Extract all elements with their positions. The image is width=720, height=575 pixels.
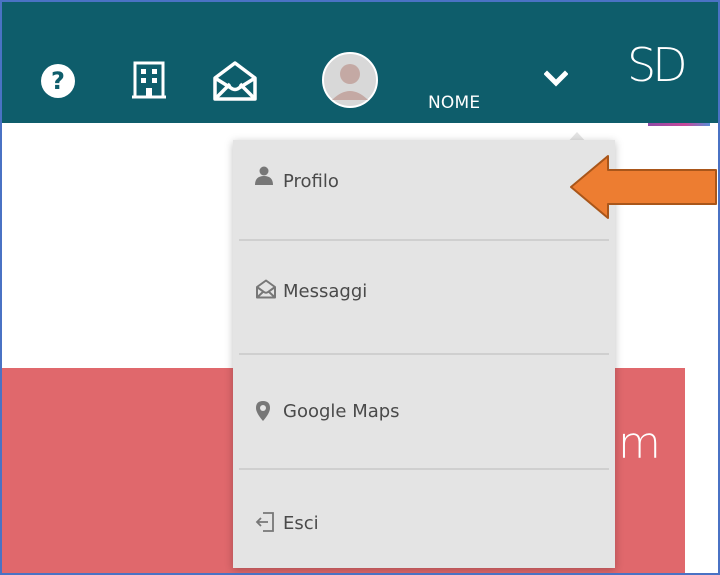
building-icon[interactable] bbox=[132, 61, 166, 99]
menu-item-label: Profilo bbox=[283, 171, 339, 192]
screenshot-frame: ? NOME SD m Profilo Messaggi Google Maps… bbox=[0, 0, 720, 575]
menu-divider bbox=[239, 353, 609, 355]
avatar[interactable] bbox=[322, 52, 378, 108]
mail-icon[interactable] bbox=[211, 60, 259, 102]
menu-item-google-maps[interactable]: Google Maps bbox=[233, 362, 615, 468]
panel-partial-text: m bbox=[618, 418, 661, 469]
menu-item-label: Google Maps bbox=[283, 401, 400, 422]
chevron-down-icon[interactable] bbox=[544, 70, 568, 88]
logout-icon bbox=[255, 512, 274, 532]
menu-divider bbox=[239, 468, 609, 470]
menu-item-esci[interactable]: Esci bbox=[233, 476, 615, 573]
help-icon[interactable]: ? bbox=[40, 63, 76, 99]
logo-underline bbox=[648, 123, 710, 126]
user-name[interactable]: NOME bbox=[428, 93, 480, 113]
logo-text: SD bbox=[627, 38, 688, 92]
svg-text:?: ? bbox=[51, 67, 65, 95]
menu-item-profilo[interactable]: Profilo bbox=[233, 140, 615, 246]
user-icon bbox=[255, 166, 273, 185]
annotation-arrow bbox=[570, 155, 717, 219]
mail-open-icon bbox=[256, 279, 276, 299]
menu-item-messaggi[interactable]: Messaggi bbox=[233, 248, 615, 354]
user-dropdown-menu: Profilo Messaggi Google Maps Esci bbox=[233, 140, 615, 568]
map-marker-icon bbox=[256, 401, 270, 421]
top-navigation-bar: ? NOME SD bbox=[2, 2, 718, 123]
menu-divider bbox=[239, 239, 609, 241]
menu-item-label: Messaggi bbox=[283, 281, 368, 302]
menu-item-label: Esci bbox=[283, 513, 319, 534]
logo: SD bbox=[627, 42, 717, 123]
